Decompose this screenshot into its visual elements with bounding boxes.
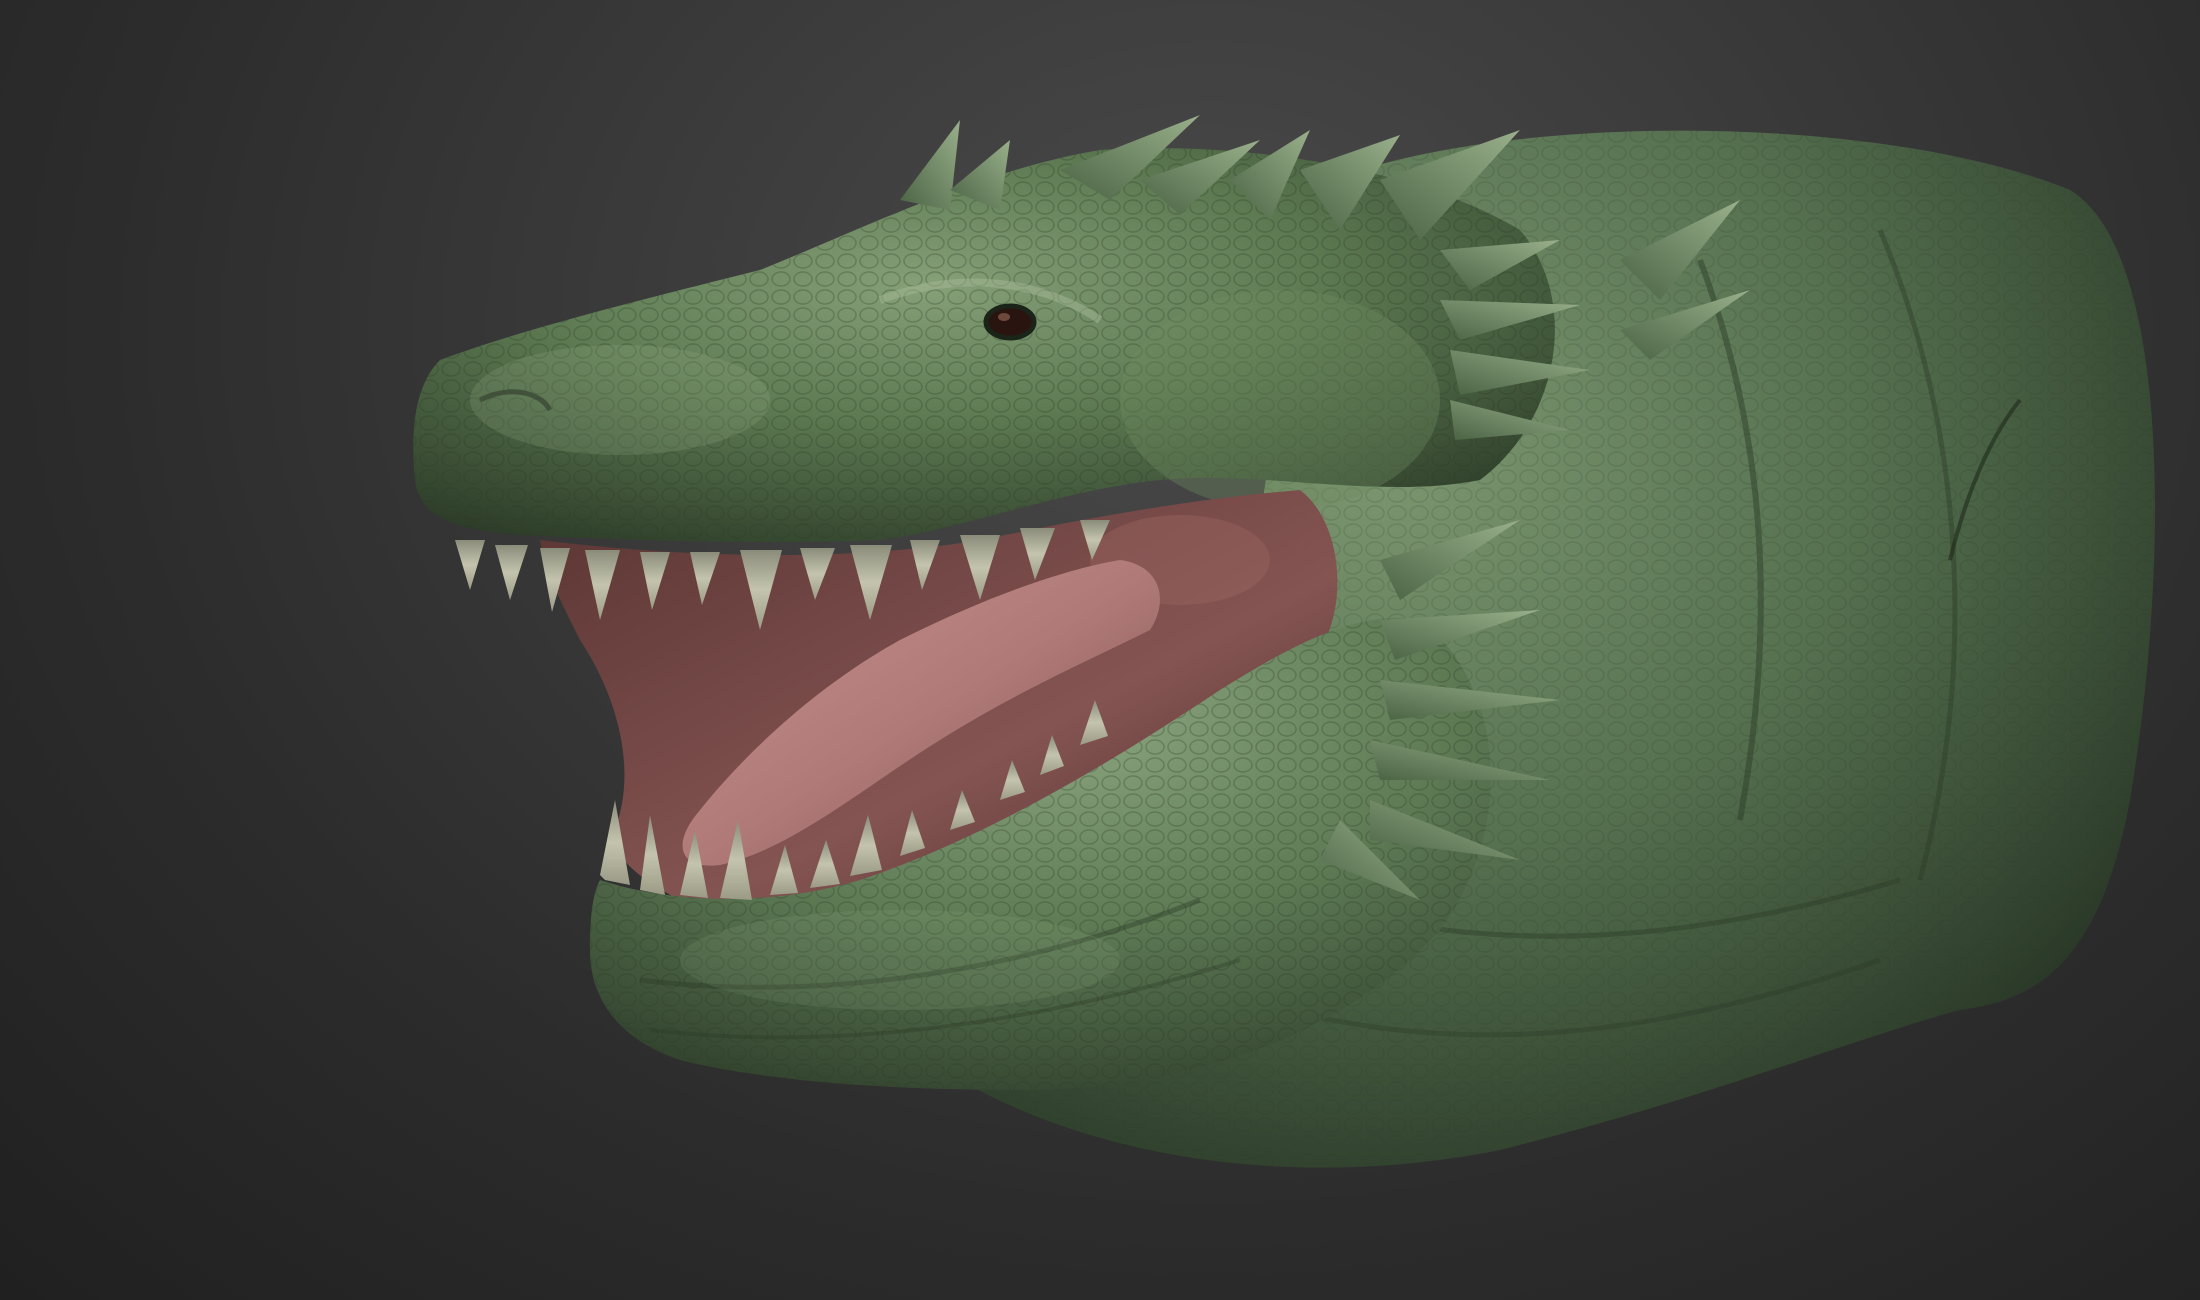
eye <box>983 303 1037 341</box>
upper-head <box>413 148 1555 543</box>
render-viewport <box>0 0 2200 1300</box>
creature-render <box>413 115 2155 1168</box>
